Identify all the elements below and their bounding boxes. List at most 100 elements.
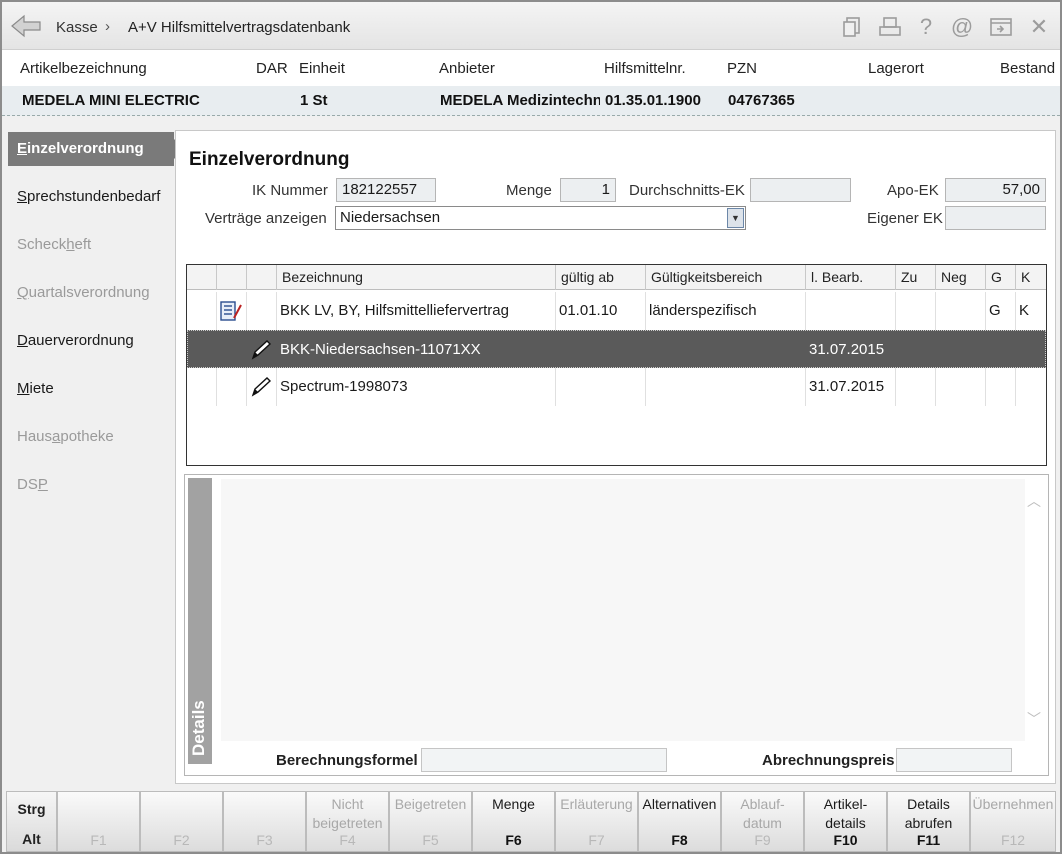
sidebar-item-sprechstundenbedarf[interactable]: Sprechstundenbedarf xyxy=(8,180,174,214)
article-supplier: MEDELA Medizintechn xyxy=(440,92,600,109)
cell-bearb: 31.07.2015 xyxy=(806,368,896,406)
close-icon[interactable]: ✕ xyxy=(1027,14,1051,39)
th-letzte-bearbeitung[interactable]: l. Bearb. xyxy=(806,265,896,290)
apo-ek-field: 57,00 xyxy=(945,178,1046,202)
pencil-icon xyxy=(251,377,272,397)
article-name: MEDELA MINI ELECTRIC xyxy=(22,92,200,109)
sidebar-item-dsp[interactable]: DSP xyxy=(8,468,174,502)
modifier-keys[interactable]: Strg Alt xyxy=(6,791,57,852)
cell-icon xyxy=(247,368,277,406)
sidebar-item-quartalsverordnung[interactable]: Quartalsverordnung xyxy=(8,276,174,310)
sidebar-item-scheckheft[interactable]: Scheckheft xyxy=(8,228,174,262)
col-dar: DAR xyxy=(256,60,288,77)
cell-bezeichnung: Spectrum-1998073 xyxy=(277,368,556,406)
eigener-ek-label: Eigener EK xyxy=(867,210,943,227)
menge-label: Menge xyxy=(506,182,552,199)
help-icon[interactable]: ? xyxy=(914,14,938,39)
nicht-beigetreten-button[interactable]: Nicht beigetreten F4 xyxy=(306,791,389,852)
col-artikelbezeichnung: Artikelbezeichnung xyxy=(20,60,147,77)
th-zu[interactable]: Zu xyxy=(896,265,936,290)
breadcrumb-home[interactable]: Kasse xyxy=(56,19,98,36)
article-header: Artikelbezeichnung DAR Einheit Anbieter … xyxy=(2,50,1060,86)
sidebar-item-einzelverordnung[interactable]: Einzelverordnung xyxy=(8,132,184,166)
breadcrumb-separator: › xyxy=(105,18,110,35)
col-pzn: PZN xyxy=(727,60,757,77)
f2-button[interactable]: F2 xyxy=(140,791,223,852)
cell-icon xyxy=(217,292,247,330)
scroll-up-icon[interactable]: ︿ xyxy=(1027,491,1041,511)
th-gueltigkeitsbereich[interactable]: Gültigkeitsbereich xyxy=(646,265,806,290)
cell-bezeichnung: BKK-Niedersachsen-11071XX xyxy=(280,341,481,358)
eigener-ek-field[interactable] xyxy=(945,206,1046,230)
cell-bearb xyxy=(806,292,896,330)
details-tab[interactable]: Details xyxy=(188,478,212,764)
document-copy-icon[interactable] xyxy=(840,15,864,39)
page-title: Einzelverordnung xyxy=(189,149,350,170)
cell-blank xyxy=(187,368,217,406)
article-pzn: 04767365 xyxy=(728,92,795,109)
print-icon[interactable] xyxy=(878,15,902,39)
sidebar-item-miete[interactable]: Miete xyxy=(8,372,174,406)
table-row[interactable]: Spectrum-1998073 31.07.2015 xyxy=(187,368,1046,406)
cell-k: K xyxy=(1019,302,1030,319)
th-blank-1[interactable] xyxy=(187,265,217,290)
contracts-table: Bezeichnung gültig ab Gültigkeitsbereich… xyxy=(186,264,1047,466)
back-arrow-icon[interactable] xyxy=(10,13,42,39)
th-g[interactable]: G xyxy=(986,265,1016,290)
th-blank-3[interactable] xyxy=(247,265,277,290)
chevron-down-icon[interactable]: ▼ xyxy=(727,208,744,228)
f3-button[interactable]: F3 xyxy=(223,791,306,852)
cell-bereich xyxy=(646,368,806,406)
details-abrufen-button[interactable]: Details abrufen F11 xyxy=(887,791,970,852)
cell-neg xyxy=(936,368,986,406)
sidebar-item-hausapotheke[interactable]: Hausapotheke xyxy=(8,420,174,454)
uebernehmen-button[interactable]: Übernehmen F12 xyxy=(970,791,1056,852)
th-k[interactable]: K xyxy=(1016,265,1046,290)
cell-bezeichnung: BKK LV, BY, Hilfsmittelliefervertrag xyxy=(277,292,556,330)
sidebar-item-dauerverordnung[interactable]: Dauerverordnung xyxy=(8,324,174,358)
abrechnungspreis-label: Abrechnungspreis xyxy=(762,752,895,769)
menge-button[interactable]: Menge F6 xyxy=(472,791,555,852)
menge-field: 1 xyxy=(560,178,616,202)
vertraege-label: Verträge anzeigen xyxy=(205,210,327,227)
article-row[interactable]: MEDELA MINI ELECTRIC 1 St MEDELA Medizin… xyxy=(2,86,1060,116)
durchschnitts-ek-field xyxy=(750,178,851,202)
sidebar: Einzelverordnung Sprechstundenbedarf Sch… xyxy=(8,130,184,784)
table-header: Bezeichnung gültig ab Gültigkeitsbereich… xyxy=(187,265,1046,290)
article-hilfsmittelnr: 01.35.01.1900 xyxy=(605,92,701,109)
th-neg[interactable]: Neg xyxy=(936,265,986,290)
th-gueltig-ab[interactable]: gültig ab xyxy=(556,265,646,290)
title-bar: Kasse › A+V Hilfsmittelvertragsdatenbank… xyxy=(2,2,1060,50)
vertraege-select[interactable]: Niedersachsen ▼ xyxy=(335,206,746,230)
cell-g xyxy=(986,368,1016,406)
artikeldetails-button[interactable]: Artikel-details F10 xyxy=(804,791,887,852)
cell-g: G xyxy=(986,292,1016,330)
th-bezeichnung[interactable]: Bezeichnung xyxy=(277,265,556,290)
col-bestand: Bestand xyxy=(1000,60,1056,77)
cell-gueltig-ab xyxy=(556,368,646,406)
application-window: Kasse › A+V Hilfsmittelvertragsdatenbank… xyxy=(0,0,1062,854)
ablaufdatum-button[interactable]: Ablauf-datum F9 xyxy=(721,791,804,852)
function-key-bar: Strg Alt F1 F2 F3 Nicht beigetreten F4 Be… xyxy=(6,791,1058,852)
at-sign-icon[interactable]: @ xyxy=(950,14,974,39)
cell-gueltig-ab: 01.01.10 xyxy=(556,292,646,330)
breadcrumb-current: A+V Hilfsmittelvertragsdatenbank xyxy=(128,19,351,36)
th-blank-2[interactable] xyxy=(217,265,247,290)
durchschnitts-ek-label: Durchschnitts-EK xyxy=(629,182,745,199)
main-panel: Einzelverordnung IK Nummer 182122557 Men… xyxy=(175,130,1056,784)
table-row-selected[interactable]: BKK-Niedersachsen-11071XX 31.07.2015 xyxy=(187,330,1046,368)
contract-document-icon xyxy=(220,301,242,321)
scroll-down-icon[interactable]: ﹀ xyxy=(1027,709,1041,729)
f1-button[interactable]: F1 xyxy=(57,791,140,852)
beigetreten-button[interactable]: Beigetreten F5 xyxy=(389,791,472,852)
erlaeuterung-button[interactable]: Erläuterung F7 xyxy=(555,791,638,852)
alternativen-button[interactable]: Alternativen F8 xyxy=(638,791,721,852)
col-lagerort: Lagerort xyxy=(868,60,924,77)
export-window-icon[interactable] xyxy=(989,15,1013,39)
cell-zu xyxy=(896,368,936,406)
col-hilfsmittelnr: Hilfsmittelnr. xyxy=(604,60,686,77)
cell-neg xyxy=(936,292,986,330)
cell-blank xyxy=(217,368,247,406)
article-unit: 1 St xyxy=(300,92,328,109)
table-row[interactable]: BKK LV, BY, Hilfsmittelliefervertrag 01.… xyxy=(187,292,1046,330)
